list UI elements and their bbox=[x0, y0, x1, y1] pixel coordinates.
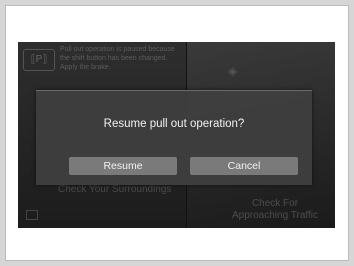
traffic-line: Approaching Traffic bbox=[232, 210, 318, 221]
notice-line: Apply the brake. bbox=[60, 64, 111, 71]
resume-dialog: Resume pull out operation? Resume Cancel bbox=[36, 90, 312, 185]
status-mark bbox=[26, 210, 38, 220]
notice-line: Pull out operation is paused because bbox=[60, 46, 175, 53]
notice-line: the shift button has been changed. bbox=[60, 55, 168, 62]
check-surroundings-text: Check Your Surroundings bbox=[58, 184, 172, 195]
pause-notice: Pull out operation is paused because the… bbox=[60, 45, 188, 72]
dialog-message: Resume pull out operation? bbox=[103, 118, 245, 130]
resume-button[interactable]: Resume bbox=[69, 157, 177, 175]
traffic-line: Check For bbox=[251, 198, 299, 209]
camera-view-icon: ◈ bbox=[228, 64, 238, 78]
parking-sensor-icon: ⟦P⟧ bbox=[23, 49, 55, 71]
cancel-button[interactable]: Cancel bbox=[190, 157, 298, 175]
display-screen: ⟦P⟧ Pull out operation is paused because… bbox=[18, 42, 335, 228]
check-traffic-text: Check For Approaching Traffic bbox=[220, 198, 330, 222]
